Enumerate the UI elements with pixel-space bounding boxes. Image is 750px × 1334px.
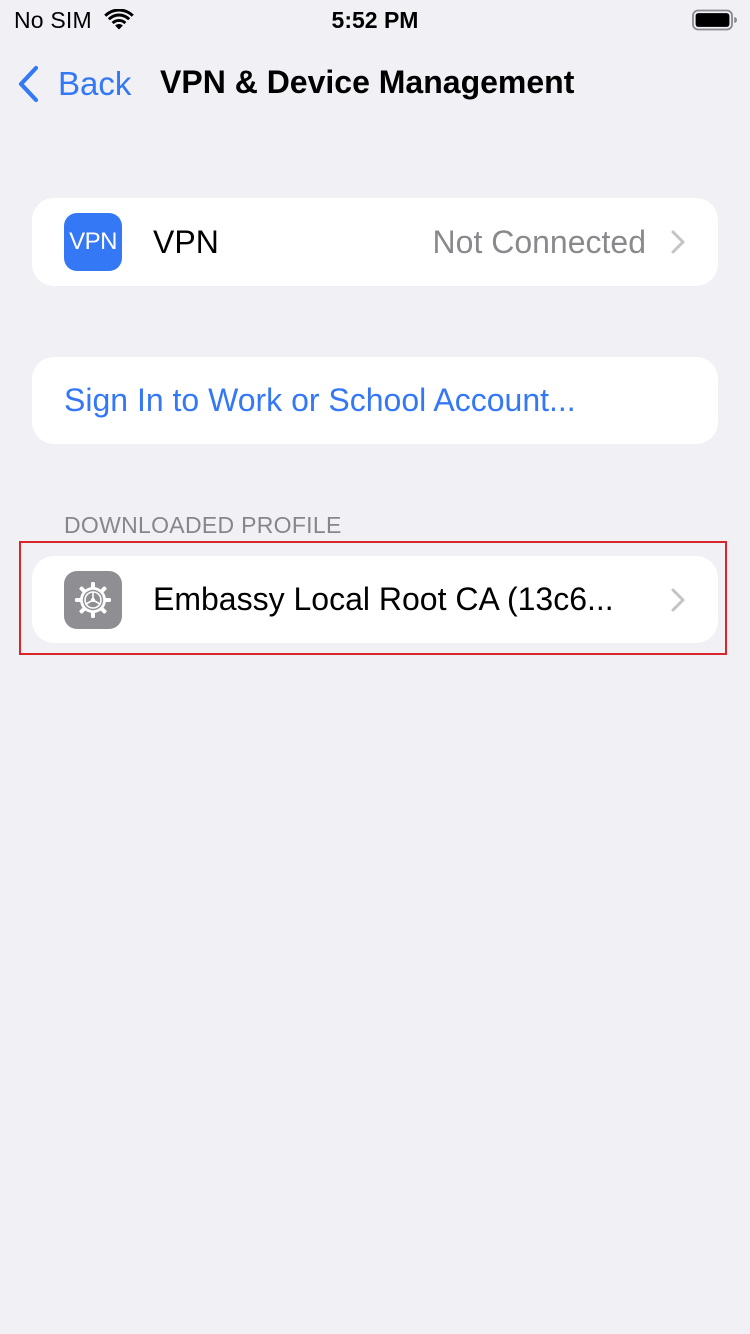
settings-gear-icon (64, 571, 122, 629)
profile-label: Embassy Local Root CA (13c6... (153, 581, 614, 617)
signin-row[interactable]: Sign In to Work or School Account... (32, 357, 718, 444)
back-label: Back (58, 65, 132, 102)
downloaded-profile-card: Embassy Local Root CA (13c6... (32, 556, 718, 643)
chevron-right-icon (671, 588, 685, 612)
status-bar: No SIM 5:52 PM (0, 0, 750, 40)
back-button[interactable]: Back (16, 62, 131, 106)
signin-work-school-link[interactable]: Sign In to Work or School Account... (64, 357, 576, 444)
vpn-icon-text: VPN (69, 228, 117, 255)
vpn-label: VPN (153, 223, 219, 260)
vpn-app-icon: VPN (64, 213, 122, 271)
vpn-row[interactable]: VPN VPN Not Connected (32, 198, 718, 286)
gear-icon (75, 582, 111, 618)
vpn-status-value: Not Connected (432, 223, 646, 260)
downloaded-profile-header: DOWNLOADED PROFILE (64, 512, 342, 538)
signin-card: Sign In to Work or School Account... (32, 357, 718, 444)
battery-icon (692, 9, 737, 31)
navigation-bar: Back VPN & Device Management (0, 44, 750, 124)
page-title: VPN & Device Management (160, 64, 575, 100)
chevron-left-icon (18, 65, 39, 103)
clock: 5:52 PM (331, 7, 419, 33)
profile-row[interactable]: Embassy Local Root CA (13c6... (32, 556, 718, 643)
chevron-right-icon (671, 230, 685, 254)
vpn-card: VPN VPN Not Connected (32, 198, 718, 286)
